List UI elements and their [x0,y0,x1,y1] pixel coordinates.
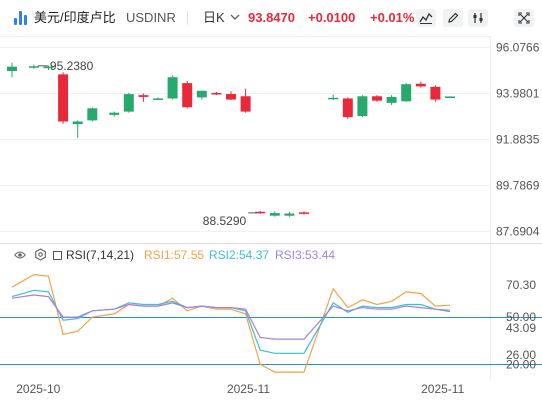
rsi-legend-bar: RSI(7,14,21) RSI1:57.55 RSI2:54.37 RSI3:… [0,246,380,264]
candle [401,83,412,102]
candle-body [87,108,98,121]
chart-area[interactable]: 96.0766 93.9801 91.8835 89.7869 87.6904 95.2… [0,0,542,402]
candle-body [123,94,134,112]
rsi-indicator-label[interactable]: RSI(7,14,21) [66,246,134,264]
candle [182,80,193,109]
candle-body [182,83,193,108]
candle-body [196,90,207,98]
candle-body [58,74,69,122]
rsi1-legend: RSI1:57.55 [144,248,205,262]
candle [211,91,222,96]
rsi3-legend: RSI3:53.44 [275,248,336,262]
price-axis-label: 91.8835 [496,133,540,147]
candle-body [430,86,441,100]
candle-body [401,84,412,102]
price-axis-label: 93.9801 [496,87,540,101]
price-grid [0,47,490,232]
candle [357,95,368,118]
candle [386,95,397,106]
candle [138,93,149,102]
candle [240,88,251,113]
rsi-axis-label: 20.00 [506,357,536,371]
candle-body [7,66,17,72]
rsi-axis-label: 43.09 [506,321,536,335]
candle-body [386,96,397,103]
candle [430,85,441,102]
candle [7,62,17,78]
low-price-label: 88.5290 [203,214,247,228]
candle [445,96,455,98]
candle [284,211,295,217]
price-axis-label: 89.7869 [496,179,540,193]
candle [226,91,236,100]
candle [299,211,309,215]
candle [72,120,83,138]
rsi-axis-label: 70.30 [506,278,536,292]
candle-body [226,94,236,100]
candle [167,75,178,100]
indicator-checkbox[interactable] [53,251,62,260]
candle-body [269,213,280,216]
candle [123,92,134,113]
candle [415,81,426,88]
time-axis-label: 2025-11 [227,382,270,396]
rsi2-line [11,289,451,354]
rsi2-legend: RSI2:54.37 [209,248,270,262]
gear-icon[interactable] [34,248,47,261]
time-axis-label: 2025-11 [421,382,464,396]
candle-body [357,96,368,116]
candle [28,64,39,69]
candle-body [211,92,222,95]
candle [372,95,382,102]
time-axis-label: 2025-10 [16,382,60,396]
candle [328,94,339,100]
price-axis-label: 96.0766 [496,41,540,55]
candle-body [167,77,178,99]
candle-body [153,98,163,100]
candle-body [415,83,426,87]
candle-body [342,98,353,118]
eye-icon[interactable] [14,249,26,261]
candle-body [372,96,382,101]
candle-body [138,95,149,97]
candle-body [284,213,295,216]
candle-body [28,66,39,68]
price-axis-label: 87.6904 [496,225,540,239]
price-annotations: 95.2380 88.5290 [37,59,258,228]
candle-body [72,121,83,125]
rsi-lines [0,273,542,373]
price-axis-labels: 96.0766 93.9801 91.8835 89.7869 87.6904 [496,41,540,239]
candle [109,111,120,117]
candle-body [109,112,120,115]
high-price-label: 95.2380 [50,59,94,73]
candle [196,90,207,100]
rsi-axis-labels: 70.3050.0043.0926.0020.00 [506,278,536,371]
candle [58,72,69,124]
candle-body [299,212,309,214]
candle [87,107,98,122]
rsi1-line [11,273,451,373]
candle-body [328,97,339,100]
candle-body [240,96,251,112]
candle [153,97,163,100]
candle [342,97,353,119]
time-axis-labels: 2025-10 2025-11 2025-11 [16,382,464,396]
candle [269,211,280,217]
candle-body [445,96,455,98]
